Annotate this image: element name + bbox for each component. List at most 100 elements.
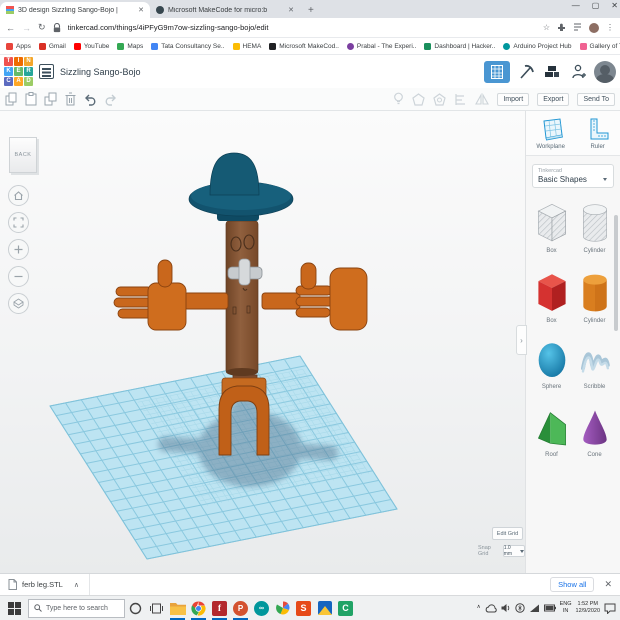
extension-icon[interactable]: [557, 23, 566, 32]
new-tab-button[interactable]: +: [308, 5, 314, 16]
bookmark-item[interactable]: Dashboard | Hacker..: [424, 42, 495, 50]
send-to-button[interactable]: Send To: [577, 92, 615, 106]
clock[interactable]: 1:52 PM 12/9/2020: [576, 601, 600, 615]
forward-icon[interactable]: →: [22, 23, 31, 33]
snap-grid-dropdown[interactable]: 1.0 mm: [502, 545, 525, 557]
download-menu-caret[interactable]: ∧: [74, 581, 79, 589]
shape-sphere[interactable]: Sphere: [530, 340, 573, 390]
bookmark-star-icon[interactable]: ☆: [543, 23, 550, 32]
bookmark-item[interactable]: Arduino Project Hub: [503, 42, 572, 50]
zoom-out-button[interactable]: [8, 266, 29, 287]
url-text[interactable]: tinkercad.com/things/4iPFyG9m7ow-sizzlin…: [68, 23, 536, 32]
edit-grid-button[interactable]: Edit Grid: [492, 527, 523, 540]
task-view-button[interactable]: [146, 596, 167, 620]
shape-cylinder-transparent[interactable]: Cylinder: [573, 200, 616, 254]
flip-icon[interactable]: [475, 92, 490, 106]
group-icon[interactable]: [412, 92, 426, 106]
window-minimize-button[interactable]: —: [572, 1, 580, 10]
align-icon[interactable]: [454, 93, 467, 106]
pinwheel-app-button[interactable]: [272, 596, 293, 620]
tab-makecode[interactable]: Microsoft MakeCode for micro:b ✕: [150, 2, 300, 18]
bookmark-item[interactable]: Gallery of Things | T..: [579, 42, 620, 50]
perspective-toggle-button[interactable]: [8, 293, 29, 314]
show-all-downloads-button[interactable]: Show all: [550, 577, 595, 592]
download-item[interactable]: ferb leg.STL ∧: [8, 574, 90, 595]
tab-tinkercad[interactable]: 3D design Sizzling Sango-Bojo | ✕: [0, 2, 150, 18]
view-cube[interactable]: BACK: [9, 137, 37, 173]
volume-icon[interactable]: [501, 603, 511, 613]
window-maximize-button[interactable]: ▢: [592, 1, 600, 10]
network-icon[interactable]: [529, 604, 540, 613]
chrome-button[interactable]: [188, 596, 209, 620]
duplicate-icon[interactable]: [44, 92, 58, 106]
design-canvas[interactable]: BACK Edit Grid Snap Grid 1.0 mm: [0, 111, 525, 573]
profile-avatar[interactable]: [594, 60, 616, 83]
back-icon[interactable]: ←: [6, 23, 15, 33]
reading-list-icon[interactable]: [573, 23, 582, 32]
show-all-bulb-icon[interactable]: [393, 92, 404, 106]
close-shelf-icon[interactable]: ✕: [604, 579, 612, 590]
delete-icon[interactable]: [65, 92, 76, 106]
shape-scribble[interactable]: Scribble: [573, 340, 616, 390]
tab-close-icon[interactable]: ✕: [138, 6, 144, 14]
taskbar-search-input[interactable]: Type here to search: [28, 598, 125, 618]
arduino-button[interactable]: ∞: [251, 596, 272, 620]
share-icon[interactable]: [568, 62, 588, 82]
tray-expand-chevron[interactable]: ∧: [477, 604, 481, 611]
action-center-icon[interactable]: [604, 603, 616, 614]
shape-category-dropdown[interactable]: Tinkercad Basic Shapes: [532, 164, 614, 188]
design-menu-icon[interactable]: [39, 64, 54, 79]
browser-profile-avatar[interactable]: [589, 22, 599, 33]
app-f-button[interactable]: f: [209, 596, 230, 620]
tab-close-icon[interactable]: ✕: [288, 6, 294, 14]
bluetooth-icon[interactable]: [514, 603, 525, 613]
chrome-menu-icon[interactable]: ⋮: [606, 23, 614, 32]
paste-icon[interactable]: [25, 92, 37, 106]
panel-collapse-handle[interactable]: ›: [516, 325, 527, 355]
bookmark-item[interactable]: HEMA: [232, 42, 261, 50]
shape-box-transparent[interactable]: Box: [530, 200, 573, 254]
view-3d-button[interactable]: [484, 60, 510, 83]
bookmark-item[interactable]: Maps: [117, 42, 143, 50]
shape-cylinder-orange[interactable]: Cylinder: [573, 270, 616, 324]
bookmark-item[interactable]: YouTube: [73, 42, 109, 50]
window-close-button[interactable]: ✕: [611, 1, 618, 10]
zoom-in-button[interactable]: [8, 239, 29, 260]
design-title[interactable]: Sizzling Sango-Bojo: [60, 67, 484, 77]
home-view-button[interactable]: [8, 185, 29, 206]
panel-scrollbar[interactable]: [614, 215, 618, 331]
start-button[interactable]: [8, 601, 21, 615]
bookmark-item[interactable]: Prabal - The Experi..: [346, 42, 416, 50]
shape-box-red[interactable]: Box: [530, 270, 573, 324]
import-button[interactable]: Import: [497, 92, 530, 106]
copy-icon[interactable]: [5, 92, 18, 106]
reload-icon[interactable]: ↻: [38, 22, 46, 33]
app-c-button[interactable]: C: [335, 596, 356, 620]
onedrive-icon[interactable]: [485, 603, 497, 613]
bookmark-item[interactable]: Gmail: [38, 42, 66, 50]
battery-icon[interactable]: [543, 604, 556, 612]
shape-roof[interactable]: Roof: [530, 406, 573, 458]
redo-icon[interactable]: [104, 93, 118, 106]
bookmark-item[interactable]: Apps: [6, 42, 31, 50]
cortana-button[interactable]: [125, 596, 146, 620]
blocks-pickaxe-icon[interactable]: [516, 62, 536, 82]
model-body[interactable]: [225, 220, 263, 376]
bricks-icon[interactable]: [542, 62, 562, 82]
undo-icon[interactable]: [83, 93, 97, 106]
ungroup-icon[interactable]: [433, 92, 447, 106]
shape-cone[interactable]: Cone: [573, 406, 616, 458]
bookmark-item[interactable]: Microsoft MakeCod..: [269, 42, 339, 50]
fit-view-button[interactable]: [8, 212, 29, 233]
tinkercad-logo[interactable]: TIN KER CAD: [4, 57, 33, 86]
sublime-button[interactable]: S: [293, 596, 314, 620]
ruler-tool[interactable]: Ruler: [586, 117, 610, 150]
workplane-tool[interactable]: Workplane: [536, 117, 565, 150]
file-explorer-button[interactable]: [167, 596, 188, 620]
model-hat[interactable]: [188, 152, 294, 221]
bookmark-item[interactable]: Tata Consultancy Se..: [151, 42, 225, 50]
vscode-button[interactable]: [314, 596, 335, 620]
powerpoint-button[interactable]: P: [230, 596, 251, 620]
language-indicator[interactable]: ENG IN: [560, 601, 572, 615]
export-button[interactable]: Export: [537, 92, 570, 106]
